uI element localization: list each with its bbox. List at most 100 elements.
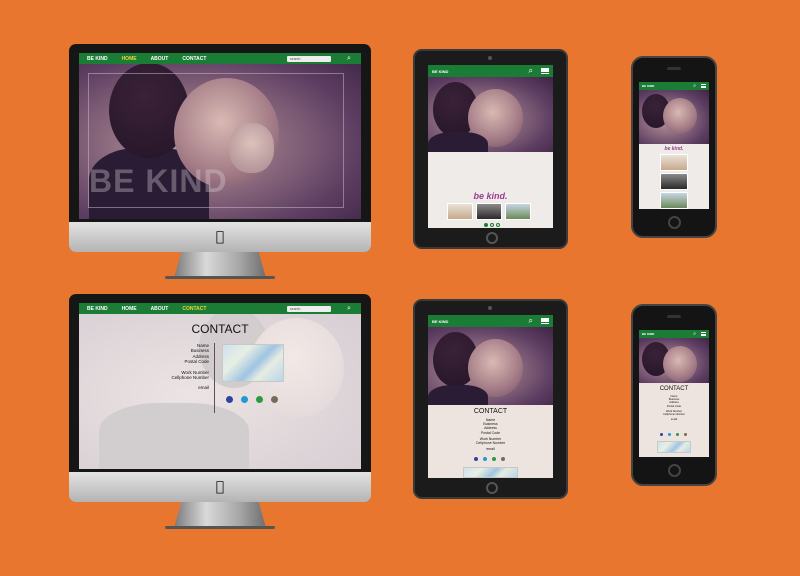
imac-chin:  [69, 222, 371, 252]
navbar: BE KIND ⌕ [639, 330, 709, 338]
search-input[interactable]: search [287, 55, 331, 62]
imac-stand-base [165, 276, 275, 279]
tablet-contact-screen: BE KIND ⌕ CONTACT Name Business Address … [428, 315, 553, 478]
gallery-thumb-2[interactable] [660, 173, 688, 190]
contact-details: Name Business Address Postal Code Work N… [639, 395, 709, 421]
gallery-thumb-1[interactable] [660, 154, 688, 171]
search-icon[interactable]: ⌕ [529, 66, 533, 76]
social-icon-1[interactable] [474, 457, 478, 461]
phone-speaker [667, 315, 681, 318]
social-icon-4[interactable] [501, 457, 505, 461]
hero-image [428, 77, 553, 152]
contact-divider [214, 343, 215, 413]
tablet-camera [488, 56, 492, 60]
gallery-thumb-3[interactable] [505, 203, 531, 220]
tablet-home-mockup: BE KIND ⌕ be kind. [413, 49, 568, 249]
contact-title: CONTACT [659, 386, 689, 392]
child-body [428, 132, 488, 152]
navbar: BE KIND ⌕ [428, 65, 553, 77]
nav-logo[interactable]: BE KIND [432, 69, 448, 74]
phone-speaker [667, 67, 681, 70]
phone-contact-screen: BE KIND ⌕ CONTACT Name Business Address … [639, 330, 709, 457]
search-icon[interactable]: ⌕ [529, 316, 533, 326]
tablet-home-screen: BE KIND ⌕ be kind. [428, 65, 553, 228]
contact-title: CONTACT [473, 408, 508, 415]
tablet-home-button[interactable] [486, 232, 498, 244]
nav-contact[interactable]: CONTACT [182, 56, 206, 62]
contact-field-email: email [198, 385, 209, 391]
search-icon[interactable]: ⌕ [345, 54, 353, 63]
contact-panel: CONTACT Name Business Address Postal Cod… [639, 383, 709, 457]
contact-title: CONTACT [191, 322, 249, 336]
nav-contact[interactable]: CONTACT [182, 306, 206, 312]
hero-image [428, 327, 553, 405]
imac-stand [174, 252, 266, 278]
imac-chin:  [69, 472, 371, 502]
map-widget[interactable] [657, 441, 691, 453]
tablet-home-button[interactable] [486, 482, 498, 494]
hamburger-menu-icon[interactable] [701, 84, 706, 88]
carousel-dot-1[interactable] [484, 223, 488, 227]
gallery-thumb-3[interactable] [660, 192, 688, 209]
navbar: BE KIND HOME ABOUT CONTACT search ⌕ [79, 53, 361, 64]
imac-home-screen: BE KIND BE KIND HOME ABOUT CONTACT searc… [79, 53, 361, 219]
nav-home[interactable]: HOME [122, 306, 137, 312]
contact-field-email: email [670, 418, 678, 422]
navbar: BE KIND HOME ABOUT CONTACT search ⌕ [79, 303, 361, 314]
hamburger-menu-icon[interactable] [541, 318, 549, 324]
phone-home-screen: BE KIND ⌕ be kind. [639, 82, 709, 209]
nav-about[interactable]: ABOUT [151, 306, 169, 312]
social-icon-2[interactable] [241, 396, 248, 403]
hero-title: BE KIND [89, 163, 228, 199]
gallery-thumb-2[interactable] [476, 203, 502, 220]
hero-image [639, 338, 709, 383]
search-icon[interactable]: ⌕ [345, 304, 353, 313]
social-icon-2[interactable] [483, 457, 487, 461]
phone-home-button[interactable] [668, 216, 681, 229]
nav-about[interactable]: ABOUT [151, 56, 169, 62]
map-widget[interactable] [222, 344, 284, 382]
social-icon-3[interactable] [492, 457, 496, 461]
navbar: BE KIND ⌕ [428, 315, 553, 327]
imac-stand-base [165, 526, 275, 529]
apple-logo-icon:  [208, 477, 232, 497]
phone-home-mockup: BE KIND ⌕ be kind. [631, 56, 717, 238]
nav-logo[interactable]: BE KIND [432, 319, 448, 324]
tagline: be kind. [664, 146, 684, 152]
carousel-dot-2[interactable] [490, 223, 494, 227]
tagline: be kind. [473, 191, 508, 201]
hamburger-menu-icon[interactable] [541, 68, 549, 74]
map-widget[interactable] [463, 467, 518, 478]
tablet-camera [488, 306, 492, 310]
nav-logo[interactable]: BE KIND [87, 306, 108, 312]
phone-contact-mockup: BE KIND ⌕ CONTACT Name Business Address … [631, 304, 717, 486]
social-icon-3[interactable] [676, 433, 679, 436]
girl-head [663, 98, 697, 134]
hero-image [639, 90, 709, 144]
search-icon[interactable]: ⌕ [693, 83, 696, 89]
carousel-dot-3[interactable] [496, 223, 500, 227]
social-icon-4[interactable] [684, 433, 687, 436]
imac-contact-screen: CONTACT Name Business Address Postal Cod… [79, 303, 361, 469]
social-icon-3[interactable] [256, 396, 263, 403]
girl-head [663, 346, 697, 382]
search-input[interactable]: search [287, 305, 331, 312]
contact-field-email: email [486, 447, 495, 452]
hamburger-menu-icon[interactable] [701, 332, 706, 336]
social-icon-1[interactable] [660, 433, 663, 436]
nav-logo[interactable]: BE KIND [87, 56, 108, 62]
nav-logo[interactable]: BE KIND [642, 84, 654, 88]
phone-home-button[interactable] [668, 464, 681, 477]
contact-panel: CONTACT Name Business Address Postal Cod… [79, 314, 361, 469]
social-icon-4[interactable] [271, 396, 278, 403]
apple-logo-icon:  [208, 227, 232, 247]
imac-stand [174, 502, 266, 528]
nav-logo[interactable]: BE KIND [642, 332, 654, 336]
contact-details: Name Business Address Postal Code Work N… [428, 418, 553, 451]
social-icon-1[interactable] [226, 396, 233, 403]
nav-home[interactable]: HOME [122, 56, 137, 62]
hero-image: BE KIND [79, 53, 361, 219]
gallery-thumb-1[interactable] [447, 203, 473, 220]
social-icon-2[interactable] [668, 433, 671, 436]
search-icon[interactable]: ⌕ [693, 331, 696, 337]
